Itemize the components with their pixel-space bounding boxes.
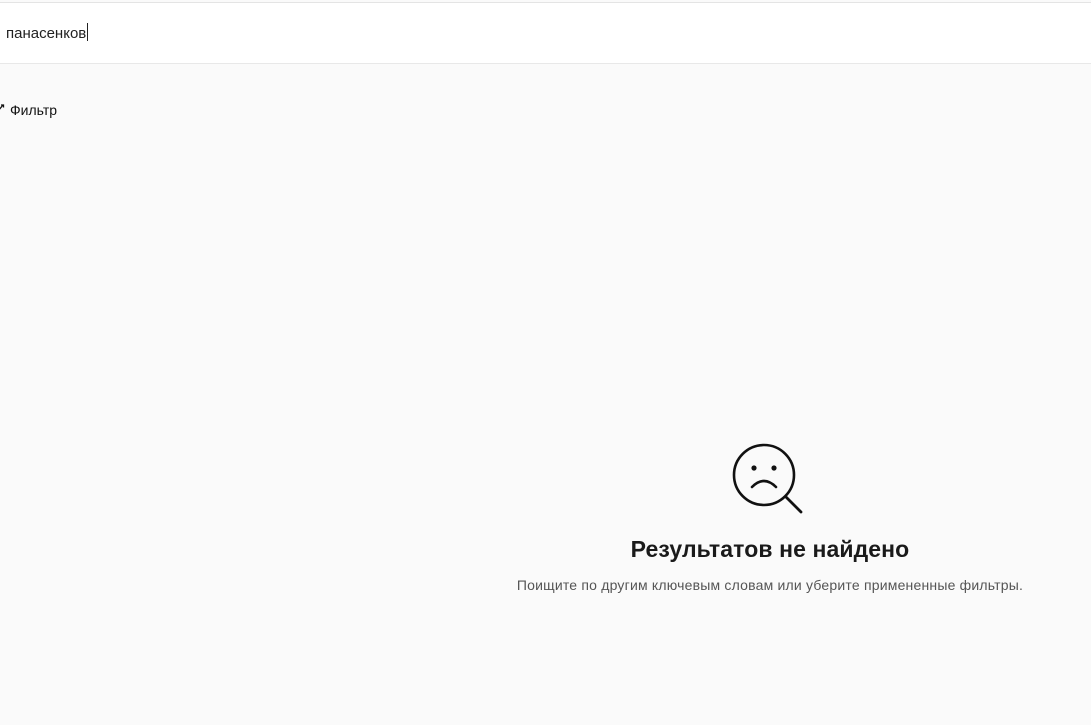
empty-state-title: Результатов не найдено [630, 536, 910, 562]
search-results-page: панасенков Фильтр Результатов не найдено… [0, 0, 1091, 725]
text-caret [87, 23, 89, 41]
filter-button[interactable]: Фильтр [0, 102, 57, 118]
filter-label: Фильтр [10, 102, 58, 118]
sad-search-icon [732, 443, 803, 514]
search-input-value: панасенков [6, 25, 87, 42]
search-bar: панасенков [0, 2, 1091, 64]
empty-state-subtitle: Поищите по другим ключевым словам или уб… [516, 577, 1024, 593]
filter-icon [0, 102, 6, 118]
search-input[interactable]: панасенков [6, 23, 89, 44]
empty-state: Результатов не найдено Поищите по другим… [470, 440, 1070, 593]
